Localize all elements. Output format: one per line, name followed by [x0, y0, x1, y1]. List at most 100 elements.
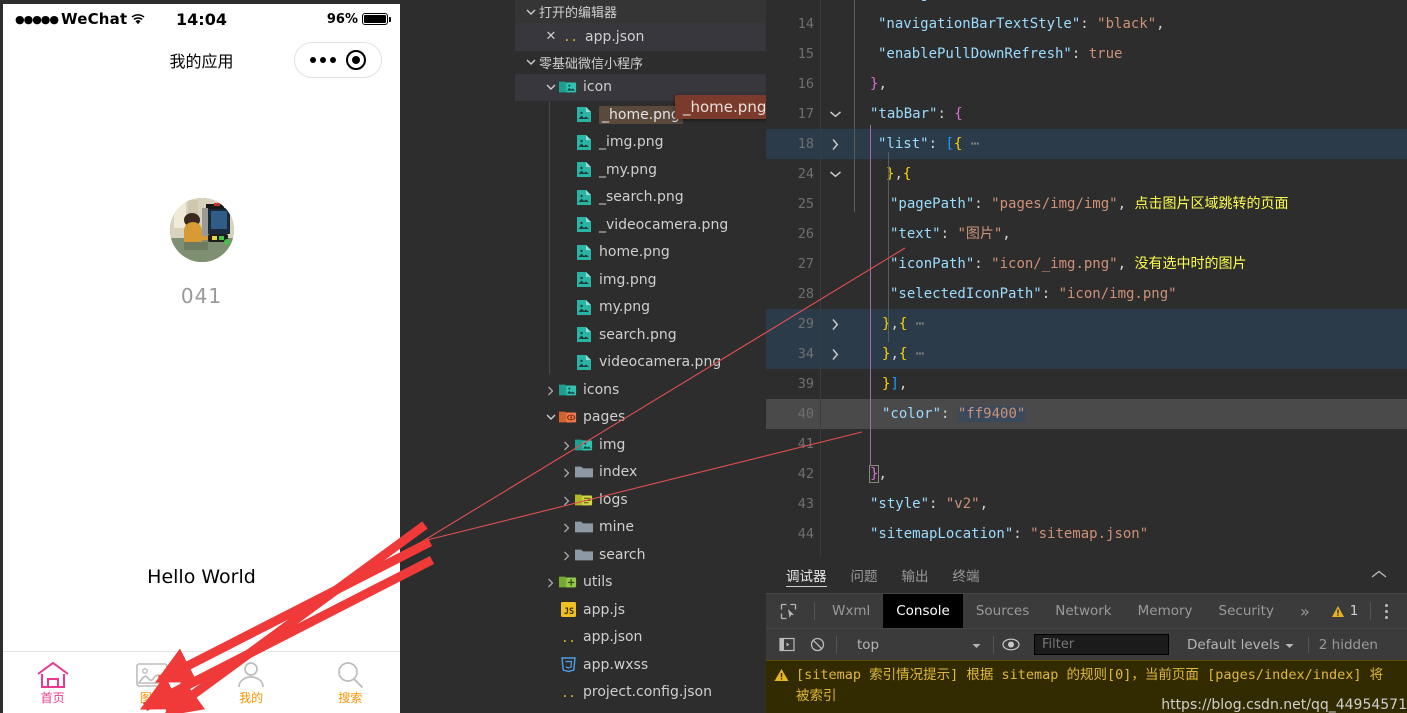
tree-item[interactable]: _my.png	[515, 156, 766, 184]
tree-item[interactable]: JS app.js	[515, 596, 766, 624]
tab-problems[interactable]: 问题	[851, 556, 878, 593]
tab-terminal[interactable]: 终端	[953, 556, 980, 593]
code-line[interactable]: 24},{	[766, 159, 1407, 189]
tree-item[interactable]: img.png	[515, 266, 766, 294]
code-line[interactable]: 16},	[766, 69, 1407, 99]
devtools-menu-icon[interactable]	[1375, 603, 1397, 619]
console-eye-icon[interactable]	[996, 638, 1026, 651]
tab-debugger[interactable]: 调试器	[786, 556, 827, 593]
chevron-down-icon	[1285, 637, 1294, 653]
devtools-tab-console[interactable]: Console	[883, 594, 963, 628]
tabbar-item-mine[interactable]: 我的	[202, 661, 301, 704]
chevron-right-icon[interactable]	[559, 519, 575, 535]
fold-chevron-right-icon[interactable]	[826, 339, 844, 369]
code-line[interactable]: 44 "sitemapLocation": "sitemap.json"	[766, 519, 1407, 549]
code-line[interactable]: 40 "color": "ff9400"	[766, 399, 1407, 429]
tree-item[interactable]: search.png	[515, 321, 766, 349]
code-line[interactable]: 41	[766, 429, 1407, 459]
tab-output[interactable]: 输出	[902, 556, 929, 593]
code-text: },	[870, 69, 887, 99]
tree-item-label: app.js	[583, 601, 625, 618]
tree-item[interactable]: icons	[515, 376, 766, 404]
code-line[interactable]: 18 "list": [{ ⋯	[766, 129, 1407, 159]
mini-program-navbar: 我的应用	[3, 34, 400, 86]
tree-item[interactable]: search	[515, 541, 766, 569]
code-line[interactable]: 39}],	[766, 369, 1407, 399]
tree-item[interactable]: _img.png	[515, 129, 766, 157]
tree-item-label: home.png	[599, 244, 670, 261]
chevron-right-icon[interactable]	[559, 492, 575, 508]
chevron-right-icon[interactable]	[543, 382, 559, 398]
code-line[interactable]: 17 "tabBar": {	[766, 99, 1407, 129]
fold-chevron-right-icon[interactable]	[826, 309, 844, 339]
fold-chevron-down-icon[interactable]	[826, 99, 844, 129]
tabbar-item-image[interactable]: 图片	[102, 661, 201, 704]
tree-item[interactable]: utils	[515, 569, 766, 597]
console-filter-input[interactable]: Filter	[1034, 634, 1169, 655]
code-line[interactable]: 25 "pagePath": "pages/img/img", 点击图片区域跳转的…	[766, 189, 1407, 219]
devtools-overflow-button[interactable]: »	[1287, 594, 1323, 628]
explorer-section-project[interactable]: 零基础微信小程序	[515, 51, 766, 74]
chevron-right-icon[interactable]	[559, 547, 575, 563]
code-line[interactable]: 29},{ ⋯	[766, 309, 1407, 339]
collapse-panel-icon[interactable]	[1371, 567, 1387, 583]
devtools-tab-wxml[interactable]: Wxml	[819, 594, 883, 628]
code-line[interactable]: 27 "iconPath": "icon/_img.png", 没有选中时的图片	[766, 249, 1407, 279]
tree-item[interactable]: {..} app.json	[515, 624, 766, 652]
console-context-select[interactable]: top	[841, 637, 991, 653]
tree-item[interactable]: pages	[515, 404, 766, 432]
tree-item[interactable]: app.wxss	[515, 651, 766, 679]
console-warning-message[interactable]: [sitemap 索引情况提示] 根据 sitemap 的规则[0]，当前页面 …	[766, 660, 1407, 713]
close-icon[interactable]: ✕	[543, 29, 559, 44]
tree-item[interactable]: {..} project.config.json	[515, 679, 766, 707]
page-title: 我的应用	[169, 52, 234, 71]
code-line[interactable]: 13 "navigationBarTitleText": "我的应用",	[766, 0, 1407, 9]
fold-chevron-right-icon[interactable]	[826, 129, 844, 159]
tree-item[interactable]: home.png	[515, 239, 766, 267]
explorer-section-open-editors[interactable]: 打开的编辑器	[515, 0, 766, 23]
console-sidebar-icon[interactable]	[772, 637, 802, 652]
devtools-tab-memory[interactable]: Memory	[1125, 594, 1206, 628]
code-line[interactable]: 42},	[766, 459, 1407, 489]
tree-item[interactable]: index	[515, 459, 766, 487]
clear-console-icon[interactable]	[802, 637, 832, 652]
code-line[interactable]: 28 "selectedIconPath": "icon/img.png"	[766, 279, 1407, 309]
capsule-button[interactable]	[294, 42, 382, 78]
chevron-right-icon[interactable]	[543, 574, 559, 590]
code-line[interactable]: 43 "style": "v2",	[766, 489, 1407, 519]
devtools-tab-security[interactable]: Security	[1206, 594, 1287, 628]
tree-item[interactable]: my.png	[515, 294, 766, 322]
code-editor[interactable]: 13 "navigationBarTitleText": "我的应用", 14 "na…	[766, 0, 1407, 556]
chevron-down-icon[interactable]	[543, 409, 559, 425]
devtools-tab-network[interactable]: Network	[1042, 594, 1124, 628]
warning-badge[interactable]: 1	[1323, 603, 1367, 619]
code-line[interactable]: 34},{ ⋯	[766, 339, 1407, 369]
tree-item[interactable]: logs	[515, 486, 766, 514]
tree-item[interactable]: _search.png	[515, 184, 766, 212]
tabbar-item-home[interactable]: 首页	[3, 661, 102, 704]
devtools-tab-sources[interactable]: Sources	[963, 594, 1042, 628]
open-editor-item[interactable]: ✕ {..} app.json	[515, 23, 766, 51]
carrier-group: ●●●●● WeChat	[15, 10, 145, 28]
chevron-right-icon[interactable]	[559, 464, 575, 480]
chevron-down-icon[interactable]	[543, 79, 559, 95]
code-line[interactable]: 26 "text": "图片",	[766, 219, 1407, 249]
tree-item[interactable]: img	[515, 431, 766, 459]
more-icon[interactable]	[310, 57, 336, 63]
code-line[interactable]: 14 "navigationBarTextStyle": "black",	[766, 9, 1407, 39]
code-line[interactable]: 15 "enablePullDownRefresh": true	[766, 39, 1407, 69]
devtools-toolbar: Wxml Console Sources Network Memory Secu…	[766, 593, 1407, 628]
tree-item[interactable]: _videocamera.png	[515, 211, 766, 239]
inspect-element-icon[interactable]	[766, 603, 810, 620]
tree-item[interactable]: mine	[515, 514, 766, 542]
chevron-right-icon[interactable]	[559, 437, 575, 453]
file-explorer: 打开的编辑器 ✕ {..} app.json 零基础微信小程序 icon _hom…	[515, 0, 766, 713]
tree-item[interactable]: videocamera.png	[515, 349, 766, 377]
tabbar-item-search[interactable]: 搜索	[301, 661, 400, 704]
fold-chevron-down-icon[interactable]	[826, 159, 844, 189]
code-token: ,	[890, 346, 899, 362]
code-token: {	[902, 166, 912, 182]
json-icon: {..}	[559, 628, 577, 646]
console-levels-select[interactable]: Default levels	[1177, 637, 1304, 653]
close-target-icon[interactable]	[346, 50, 366, 70]
